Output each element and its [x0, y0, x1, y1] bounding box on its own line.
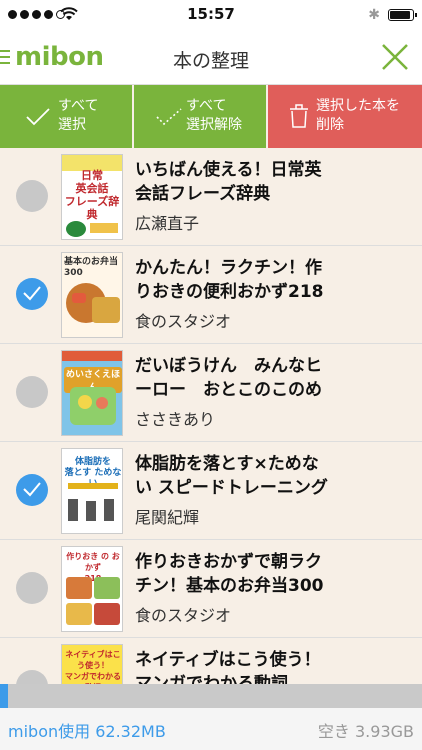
- book-cover: 日常 英会話 フレーズ辞典: [61, 154, 123, 240]
- book-title: 体脂肪を落とす×ためな い スピードトレーニング: [135, 454, 328, 498]
- cover-text: 日常 英会話 フレーズ辞典: [64, 169, 120, 221]
- close-icon[interactable]: [380, 42, 410, 72]
- storage-free-label: 空き 3.93GB: [317, 722, 414, 741]
- storage-footer: mibon使用 62.32MB 空き 3.93GB: [0, 684, 422, 750]
- select-all-label: すべて 選択: [58, 98, 99, 133]
- list-item[interactable]: 作りおき の おかず 218 作りおきおかずで朝ラク チン！基本のお弁当300 …: [0, 540, 422, 638]
- book-list: 日常 英会話 フレーズ辞典 いちばん使える！日常英 会話フレーズ辞典 広瀬直子 …: [0, 148, 422, 684]
- check-icon: [23, 286, 41, 301]
- deselect-all-button[interactable]: すべて 選択解除: [134, 85, 266, 148]
- selection-checkbox[interactable]: [16, 180, 48, 212]
- battery-icon: [388, 9, 417, 21]
- list-item[interactable]: 日常 英会話 フレーズ辞典 いちばん使える！日常英 会話フレーズ辞典 広瀬直子: [0, 148, 422, 246]
- action-bar: すべて 選択 すべて 選択解除 選択した本を 削除: [0, 85, 422, 148]
- storage-usage-fill: [0, 684, 9, 708]
- cover-text: 基本のお弁当 300: [64, 257, 119, 278]
- selection-checkbox[interactable]: [16, 572, 48, 604]
- nav-header: mibon 本の整理: [0, 30, 422, 85]
- book-cover: 基本のお弁当 300: [61, 252, 123, 338]
- select-all-button[interactable]: すべて 選択: [0, 85, 132, 148]
- deselect-all-label: すべて 選択解除: [186, 98, 242, 133]
- list-item[interactable]: 体脂肪を 落とす ためない 体脂肪を落とす×ためな い スピードトレーニング 尾…: [0, 442, 422, 540]
- book-cover: 体脂肪を 落とす ためない: [61, 448, 123, 534]
- book-title: ネイティブはこう使う！ マンガでわかる動詞: [135, 650, 321, 684]
- book-author: 広瀬直子: [135, 214, 200, 233]
- check-icon: [26, 108, 50, 126]
- list-item[interactable]: めいさくえほん だいぼうけん みんなヒ ーロー おとこのこのめ ささきあり: [0, 344, 422, 442]
- page-title: 本の整理: [172, 50, 249, 72]
- book-author: 食のスタジオ: [135, 606, 232, 625]
- delete-selected-button[interactable]: 選択した本を 削除: [268, 85, 422, 148]
- book-author: 食のスタジオ: [135, 312, 232, 331]
- selection-checkbox[interactable]: [16, 474, 48, 506]
- book-title: だいぼうけん みんなヒ ーロー おとこのこのめ: [135, 356, 322, 400]
- book-author: ささきあり: [135, 410, 216, 429]
- book-cover: ネイティブはこう使う！ マンガでわかる 動詞: [61, 644, 123, 684]
- trash-icon: [290, 104, 308, 128]
- storage-used-label: mibon使用 62.32MB: [8, 722, 166, 741]
- selection-checkbox[interactable]: [16, 670, 48, 684]
- book-cover: 作りおき の おかず 218: [61, 546, 123, 632]
- dotted-check-icon: [156, 108, 182, 126]
- check-icon: [23, 482, 41, 497]
- delete-selected-label: 選択した本を 削除: [316, 98, 400, 133]
- status-time: 15:57: [187, 5, 235, 23]
- book-author: 尾関紀輝: [135, 508, 200, 527]
- selection-checkbox[interactable]: [16, 278, 48, 310]
- book-cover: めいさくえほん: [61, 350, 123, 436]
- list-item[interactable]: ネイティブはこう使う！ マンガでわかる 動詞 ネイティブはこう使う！ マンガでわ…: [0, 638, 422, 684]
- storage-usage-bar: [0, 684, 422, 708]
- selection-checkbox[interactable]: [16, 376, 48, 408]
- list-item[interactable]: 基本のお弁当 300 かんたん！ラクチン！作 りおきの便利おかず218 食のスタ…: [0, 246, 422, 344]
- status-bar: 15:57 ✱: [0, 0, 422, 30]
- bluetooth-icon: ✱: [368, 7, 380, 23]
- cover-text: ネイティブはこう使う！ マンガでわかる 動詞: [65, 650, 121, 684]
- book-title: いちばん使える！日常英 会話フレーズ辞典: [135, 160, 322, 204]
- book-title: かんたん！ラクチン！作 りおきの便利おかず218: [135, 258, 324, 302]
- book-title: 作りおきおかずで朝ラク チン！基本のお弁当300: [135, 552, 324, 596]
